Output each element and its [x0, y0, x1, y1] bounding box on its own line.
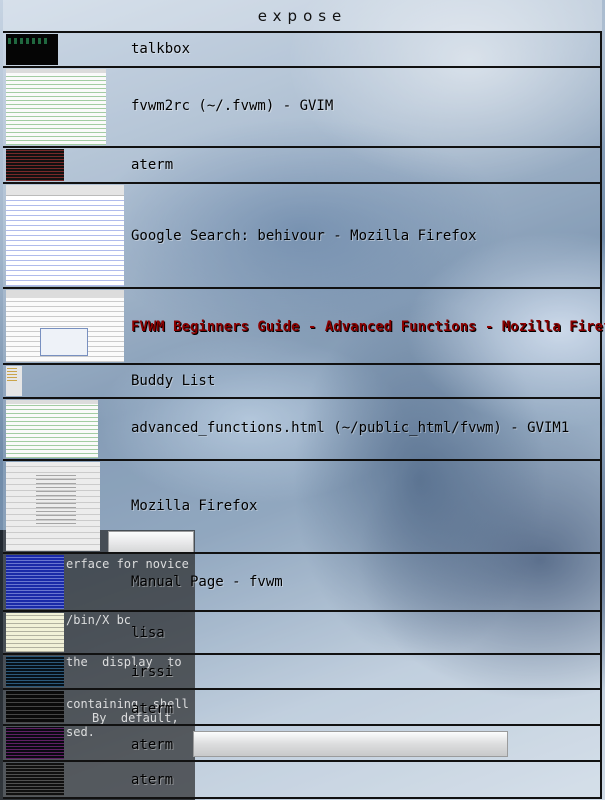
window-thumbnail — [6, 69, 106, 145]
menu-item-fvwm-beginners-guide[interactable]: FVWM Beginners Guide - Advanced Function… — [3, 289, 605, 365]
menu-item-label: lisa — [131, 625, 165, 641]
menu-item-label: talkbox — [131, 41, 191, 57]
window-thumbnail — [6, 555, 64, 609]
window-thumbnail — [6, 34, 58, 65]
menu-item-label: aterm — [131, 701, 174, 717]
window-thumbnail — [6, 366, 22, 396]
menu-item-buddy-list[interactable]: Buddy List — [3, 365, 602, 399]
menu-item-label: Mozilla Firefox — [131, 498, 258, 514]
menu-item-label: advanced_functions.html (~/public_html/f… — [131, 420, 570, 436]
menu-item-label: FVWM Beginners Guide - Advanced Function… — [131, 319, 605, 335]
window-thumbnail — [6, 400, 98, 458]
menu-item-google-search[interactable]: Google Search: behivour - Mozilla Firefo… — [3, 184, 602, 289]
menu-item-irssi[interactable]: irssi — [3, 655, 602, 690]
expose-window-menu: expose talkbox fvwm2rc (~/.fvwm) - GVIM … — [3, 0, 605, 800]
window-thumbnail — [6, 462, 100, 551]
menu-item-aterm[interactable]: aterm — [3, 762, 602, 799]
menu-item-aterm[interactable]: aterm — [3, 726, 602, 762]
window-thumbnail — [6, 185, 124, 286]
menu-item-label: fvwm2rc (~/.fvwm) - GVIM — [131, 98, 334, 114]
menu-item-label: aterm — [131, 737, 174, 753]
menu-item-label: aterm — [131, 157, 174, 173]
window-thumbnail — [6, 613, 64, 652]
menu-title: expose — [3, 0, 602, 33]
window-thumbnail — [6, 656, 64, 687]
menu-item-label: Buddy List — [131, 373, 216, 389]
menu-item-gvim-fvwm2rc[interactable]: fvwm2rc (~/.fvwm) - GVIM — [3, 68, 602, 148]
window-thumbnail — [6, 727, 64, 759]
menu-item-gvim-advanced-functions[interactable]: advanced_functions.html (~/public_html/f… — [3, 399, 602, 461]
menu-item-mozilla-firefox[interactable]: Mozilla Firefox — [3, 461, 602, 554]
menu-item-manual-page-fvwm[interactable]: Manual Page - fvwm — [3, 554, 602, 612]
menu-item-label: Google Search: behivour - Mozilla Firefo… — [131, 228, 477, 244]
menu-item-label: irssi — [131, 664, 174, 680]
window-thumbnail — [6, 763, 64, 796]
window-thumbnail — [6, 290, 124, 362]
menu-item-talkbox[interactable]: talkbox — [3, 33, 602, 68]
menu-item-aterm[interactable]: aterm — [3, 690, 602, 726]
window-thumbnail — [6, 691, 64, 723]
menu-item-lisa[interactable]: lisa — [3, 612, 602, 655]
window-thumbnail — [6, 149, 64, 181]
menu-item-label: Manual Page - fvwm — [131, 574, 283, 590]
menu-item-label: aterm — [131, 772, 174, 788]
menu-item-aterm[interactable]: aterm — [3, 148, 602, 184]
